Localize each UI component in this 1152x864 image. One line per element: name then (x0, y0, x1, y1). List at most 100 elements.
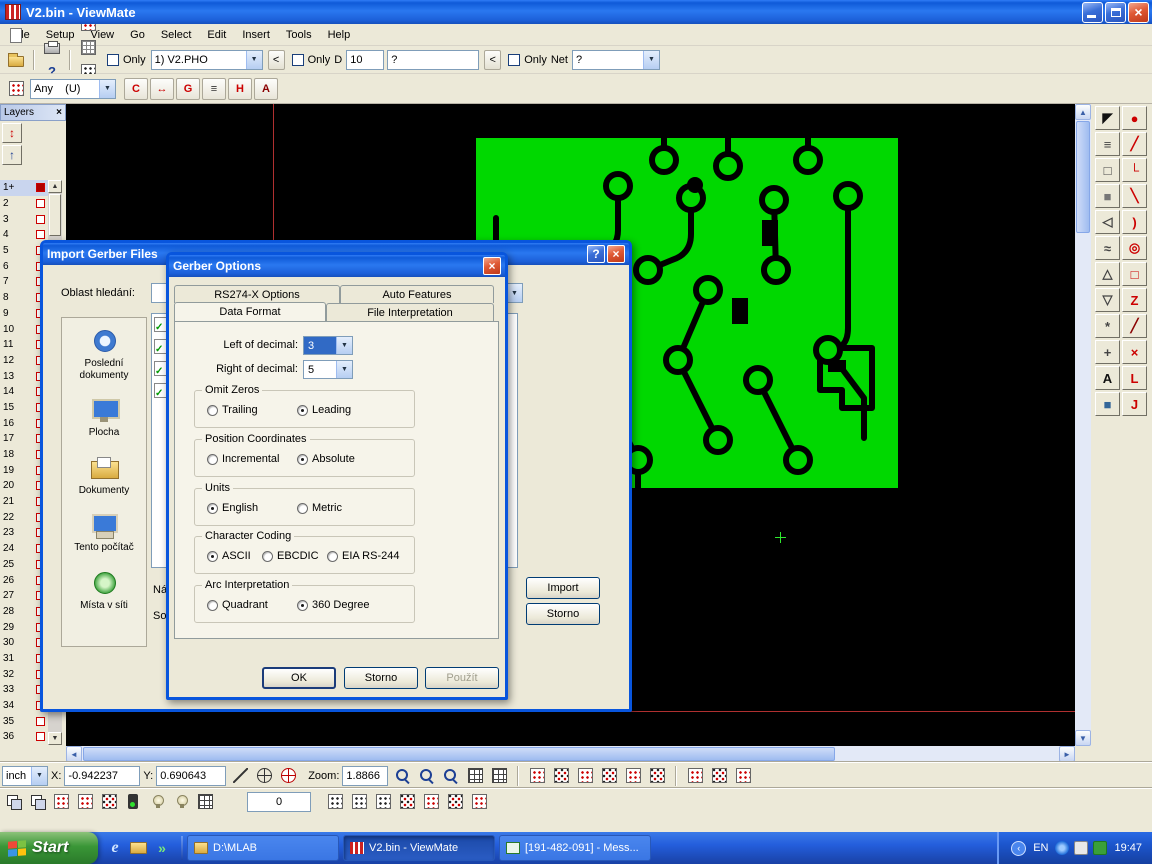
scrollbar-thumb[interactable] (83, 747, 835, 761)
start-button[interactable]: Start (0, 832, 98, 864)
layers-panel-header[interactable]: Layers × (0, 104, 66, 121)
tab-file-interpretation[interactable]: File Interpretation (326, 303, 494, 321)
stamp-tool-icon[interactable]: + (1095, 340, 1120, 364)
chevron-down-icon[interactable]: ▼ (643, 51, 659, 69)
net-grid-button[interactable] (76, 36, 100, 60)
layer-row-35[interactable]: 35 (0, 713, 48, 729)
tab-rs274x-options[interactable]: RS274-X Options (174, 285, 340, 303)
unit-combo[interactable]: inch ▼ (2, 766, 48, 786)
h-tool-button[interactable]: H (228, 78, 252, 100)
radio-icon[interactable] (262, 551, 273, 562)
layer-stack-button[interactable] (26, 791, 48, 813)
zoom-window-button[interactable] (415, 765, 437, 787)
layer-color-swatch[interactable] (36, 230, 45, 239)
radio-option-360-degree[interactable]: 360 Degree (297, 599, 370, 611)
radio-icon[interactable] (297, 454, 308, 465)
radio-option-quadrant[interactable]: Quadrant (207, 599, 268, 611)
menu-go[interactable]: Go (122, 27, 153, 43)
close-icon[interactable]: × (56, 107, 62, 118)
dot-grid-1-button[interactable] (324, 791, 346, 813)
g-tool-button[interactable]: G (176, 78, 200, 100)
radio-option-english[interactable]: English (207, 502, 258, 514)
launch-icon[interactable]: » (153, 839, 171, 857)
layer-row-2[interactable]: 2 (0, 196, 48, 212)
layer-copy-button[interactable] (2, 791, 24, 813)
scroll-right-icon[interactable]: ► (1059, 746, 1075, 762)
cursor-tool-icon[interactable]: ◤ (1095, 106, 1120, 130)
layer-row-36[interactable]: 36 (0, 729, 48, 745)
table-tool-icon[interactable]: □ (1095, 158, 1120, 182)
radio-option-absolute[interactable]: Absolute (297, 453, 355, 465)
crosshair-button[interactable] (253, 765, 275, 787)
wave-tool-icon[interactable]: ≈ (1095, 236, 1120, 260)
fill-tool-icon[interactable]: ■ (1095, 184, 1120, 208)
lamp-b-button[interactable] (170, 791, 192, 813)
menu-insert[interactable]: Insert (234, 27, 278, 43)
prev-net-button[interactable]: < (484, 50, 501, 70)
grid-step-field[interactable]: 0 (247, 792, 311, 812)
rect-tool-icon[interactable]: □ (1122, 262, 1147, 286)
radio-option-ebcdic[interactable]: EBCDIC (262, 550, 319, 562)
prev-dcode-button[interactable]: < (268, 50, 285, 70)
scheduler-icon[interactable] (1093, 841, 1107, 855)
layer-color-swatch[interactable] (36, 717, 45, 726)
internet-explorer-icon[interactable]: e (106, 839, 124, 857)
messenger-icon[interactable] (1055, 841, 1069, 855)
text-tool-button[interactable]: A (254, 78, 278, 100)
pad-tool-icon[interactable]: ● (1122, 106, 1147, 130)
pad-pattern-6-button[interactable] (646, 765, 668, 787)
open-folder-button[interactable] (4, 48, 28, 72)
scrollbar-thumb[interactable] (49, 194, 61, 236)
dot-grid-2-button[interactable] (348, 791, 370, 813)
minimize-button[interactable] (1082, 2, 1103, 23)
highlight-tool-button[interactable]: ≡ (202, 78, 226, 100)
mirror-tool-icon[interactable]: ◁ (1095, 210, 1120, 234)
radio-option-trailing[interactable]: Trailing (207, 404, 258, 416)
layer-color-swatch[interactable] (36, 199, 45, 208)
chevron-down-icon[interactable]: ▼ (246, 51, 262, 69)
pad-pattern-3-button[interactable] (574, 765, 596, 787)
step-tool-icon[interactable]: Z (1122, 288, 1147, 312)
pad-pattern-11-button[interactable] (420, 791, 442, 813)
radio-icon[interactable] (297, 405, 308, 416)
pad-pattern-4-button[interactable] (598, 765, 620, 787)
layer-file-combo[interactable]: 1) V2.PHO ▼ (151, 50, 263, 70)
dcode-value-field[interactable]: 10 (346, 50, 384, 70)
radio-option-incremental[interactable]: Incremental (207, 453, 279, 465)
scroll-down-icon[interactable]: ▼ (48, 732, 62, 745)
origin-button[interactable] (277, 765, 299, 787)
keyboard-icon[interactable] (1074, 841, 1088, 855)
radio-icon[interactable] (207, 405, 218, 416)
swap-layers-button[interactable]: ↕ (2, 123, 22, 143)
l-tool-icon[interactable]: L (1122, 366, 1147, 390)
only-dcode-checkbox[interactable] (292, 54, 304, 66)
y-coordinate-field[interactable]: 0.690643 (156, 766, 226, 786)
close-icon[interactable]: × (607, 245, 625, 263)
radio-option-ascii[interactable]: ASCII (207, 550, 251, 562)
polyline-tool-icon[interactable]: └ (1122, 158, 1147, 182)
list-tool-icon[interactable]: ≡ (1095, 132, 1120, 156)
text-a-tool-icon[interactable]: A (1095, 366, 1120, 390)
radio-icon[interactable] (297, 600, 308, 611)
scroll-down-icon[interactable]: ▼ (1075, 730, 1091, 746)
any-filter-combo[interactable]: Any (U) ▼ (30, 79, 116, 99)
cancel-button[interactable]: Storno (526, 603, 600, 625)
swap-tool-button[interactable]: ↔ (150, 78, 174, 100)
menu-edit[interactable]: Edit (199, 27, 234, 43)
slant-tool-icon[interactable]: ╲ (1122, 184, 1147, 208)
radio-icon[interactable] (207, 454, 218, 465)
layer-row-1+[interactable]: 1+ (0, 180, 48, 196)
place-desktop[interactable]: Plocha (64, 397, 144, 439)
tab-data-format[interactable]: Data Format (174, 302, 326, 321)
layer-color-swatch[interactable] (36, 732, 45, 741)
arc-tool-icon[interactable]: ) (1122, 210, 1147, 234)
close-icon[interactable]: × (483, 257, 501, 275)
diag-ruler-button[interactable] (229, 765, 251, 787)
pad-pattern-2-button[interactable] (550, 765, 572, 787)
hook-tool-icon[interactable]: J (1122, 392, 1147, 416)
dcode-table-2-button[interactable] (74, 791, 96, 813)
radio-option-metric[interactable]: Metric (297, 502, 342, 514)
chevron-down-icon[interactable]: ▼ (336, 337, 352, 354)
pad-pattern-9-button[interactable] (732, 765, 754, 787)
save-view-tool-icon[interactable]: ■ (1095, 392, 1120, 416)
